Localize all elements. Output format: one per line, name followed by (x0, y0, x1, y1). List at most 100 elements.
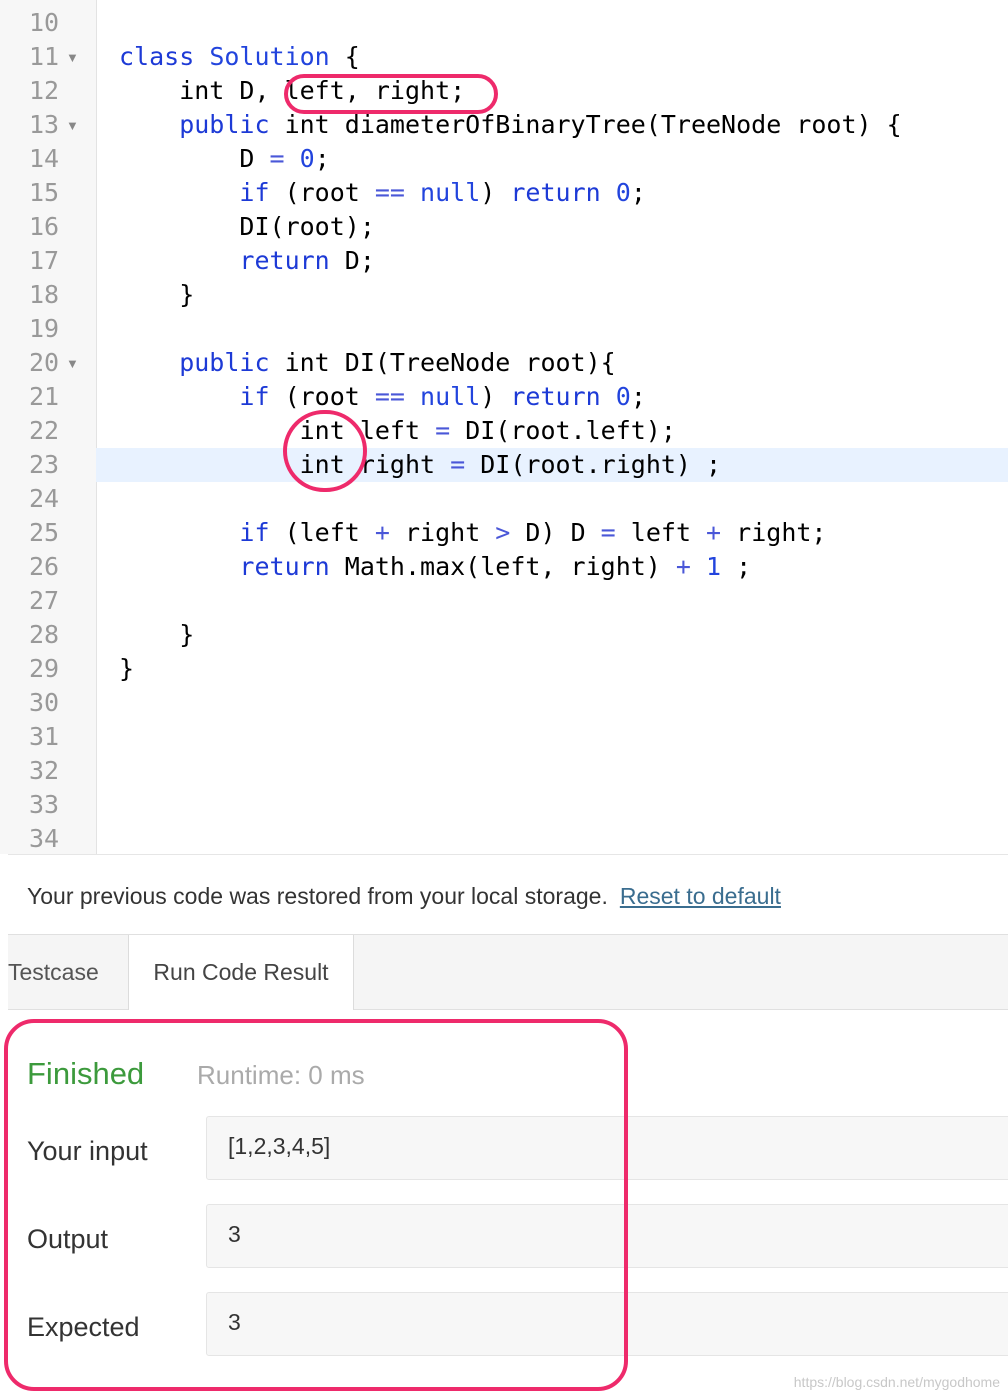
input-label: Your input (27, 1136, 148, 1166)
code-line[interactable]: 17 return D; (0, 244, 1008, 278)
line-number: 28 (29, 620, 60, 649)
code-token: int D, left, right; (119, 76, 466, 105)
code-text[interactable]: class Solution { (119, 40, 360, 74)
code-text[interactable]: int right = DI(root.right) ; (119, 448, 721, 482)
line-number: 25 (29, 518, 60, 547)
code-token: null (420, 178, 481, 207)
output-value-box[interactable]: 3 (206, 1204, 1008, 1268)
code-token: public (119, 110, 270, 139)
code-token: + (675, 552, 691, 581)
code-line[interactable]: 30 (0, 686, 1008, 720)
code-token: } (119, 620, 195, 649)
tab-testcase[interactable]: Testcase (8, 935, 128, 1009)
code-text[interactable]: int left = DI(root.left); (119, 414, 676, 448)
line-number: 26 (29, 552, 60, 581)
line-number: 22 (29, 416, 60, 445)
run-result-panel: Finished Runtime: 0 ms Your input [1,2,3… (8, 1008, 1008, 1392)
code-token: = (435, 416, 451, 445)
code-line[interactable]: 24 (0, 482, 1008, 516)
fold-arrow-icon[interactable]: ▼ (66, 40, 82, 74)
line-number: 10 (29, 8, 60, 37)
code-text[interactable]: if (root == null) return 0; (119, 176, 645, 210)
code-token: == (374, 382, 405, 411)
code-token: int right (119, 450, 451, 479)
code-text[interactable]: public int diameterOfBinaryTree(TreeNode… (119, 108, 901, 142)
line-number: 27 (29, 586, 60, 615)
code-line[interactable]: 14 D = 0; (0, 142, 1008, 176)
code-line[interactable]: 16 DI(root); (0, 210, 1008, 244)
code-token: DI(root); (119, 212, 375, 241)
code-token: return (510, 178, 601, 207)
line-number: 30 (29, 688, 60, 717)
code-token: return (119, 246, 330, 275)
code-text[interactable]: } (119, 652, 134, 686)
fold-arrow-icon[interactable]: ▼ (66, 108, 82, 142)
code-text[interactable]: return Math.max(left, right) + 1 ; (119, 550, 751, 584)
code-line[interactable]: 33 (0, 788, 1008, 822)
line-number: 18 (29, 280, 60, 309)
code-text[interactable]: D = 0; (119, 142, 330, 176)
code-token: right (389, 518, 496, 547)
code-line[interactable]: 32 (0, 754, 1008, 788)
input-value-box[interactable]: [1,2,3,4,5] (206, 1116, 1008, 1180)
line-number: 24 (29, 484, 60, 513)
code-token: = (600, 518, 616, 547)
expected-value-box[interactable]: 3 (206, 1292, 1008, 1356)
code-token: = (450, 450, 466, 479)
code-token: left (615, 518, 707, 547)
code-token: int left (119, 416, 436, 445)
code-line[interactable]: 27 (0, 584, 1008, 618)
code-line[interactable]: 13 ▼ public int diameterOfBinaryTree(Tree… (0, 108, 1008, 142)
code-token: } (119, 280, 195, 309)
code-line[interactable]: 12 int D, left, right; (0, 74, 1008, 108)
code-text[interactable]: return D; (119, 244, 374, 278)
code-text[interactable]: DI(root); (119, 210, 375, 244)
tab-run-code-result[interactable]: Run Code Result (128, 935, 354, 1010)
code-token: ) (480, 178, 511, 207)
restore-notice-text: Your previous code was restored from you… (27, 883, 781, 910)
code-token: (left (269, 518, 375, 547)
code-line[interactable]: 10 (0, 6, 1008, 40)
code-line[interactable]: 29} (0, 652, 1008, 686)
code-token: > (495, 518, 511, 547)
fold-arrow-icon[interactable]: ▼ (66, 346, 82, 380)
code-line[interactable]: 15 if (root == null) return 0; (0, 176, 1008, 210)
watermark: https://blog.csdn.net/mygodhome (793, 1374, 1000, 1390)
code-text[interactable]: if (root == null) return 0; (119, 380, 645, 414)
code-line[interactable]: 22 int left = DI(root.left); (0, 414, 1008, 448)
code-line[interactable]: 28 } (0, 618, 1008, 652)
line-number: 21 (29, 382, 60, 411)
code-text[interactable]: if (left + right > D) D = left + right; (119, 516, 826, 550)
code-line[interactable]: 20 ▼ public int DI(TreeNode root){ (0, 346, 1008, 380)
line-number: 34 (29, 824, 60, 853)
code-editor[interactable]: 10 11 ▼ class Solution {12 int D, left, rig… (0, 0, 1008, 854)
code-text[interactable]: int D, left, right; (119, 74, 465, 108)
reset-to-default-link[interactable]: Reset to default (620, 883, 781, 909)
code-line[interactable]: 18 } (0, 278, 1008, 312)
code-line[interactable]: 34 (0, 822, 1008, 854)
code-line[interactable]: 21 if (root == null) return 0; (0, 380, 1008, 414)
code-token: = (269, 144, 285, 173)
code-token: null (420, 382, 481, 411)
code-line[interactable]: 11 ▼ class Solution { (0, 40, 1008, 74)
code-line[interactable]: 31 (0, 720, 1008, 754)
code-token: DI(root.left); (450, 416, 676, 445)
code-line[interactable]: 26 return Math.max(left, right) + 1 ; (0, 550, 1008, 584)
code-token: { (329, 42, 360, 71)
code-token: ; (314, 144, 330, 173)
code-line[interactable]: 19 (0, 312, 1008, 346)
line-number: 16 (29, 212, 60, 241)
code-line[interactable]: 25 if (left + right > D) D = left + righ… (0, 516, 1008, 550)
code-token: public (119, 348, 270, 377)
code-token: if (119, 178, 270, 207)
code-text[interactable]: public int DI(TreeNode root){ (119, 346, 616, 380)
code-text[interactable]: } (119, 278, 194, 312)
line-number: 17 (29, 246, 60, 275)
code-token: } (119, 654, 135, 683)
code-token: D) D (510, 518, 601, 547)
code-text[interactable]: } (119, 618, 194, 652)
code-line[interactable]: 23 int right = DI(root.right) ; (0, 448, 1008, 482)
